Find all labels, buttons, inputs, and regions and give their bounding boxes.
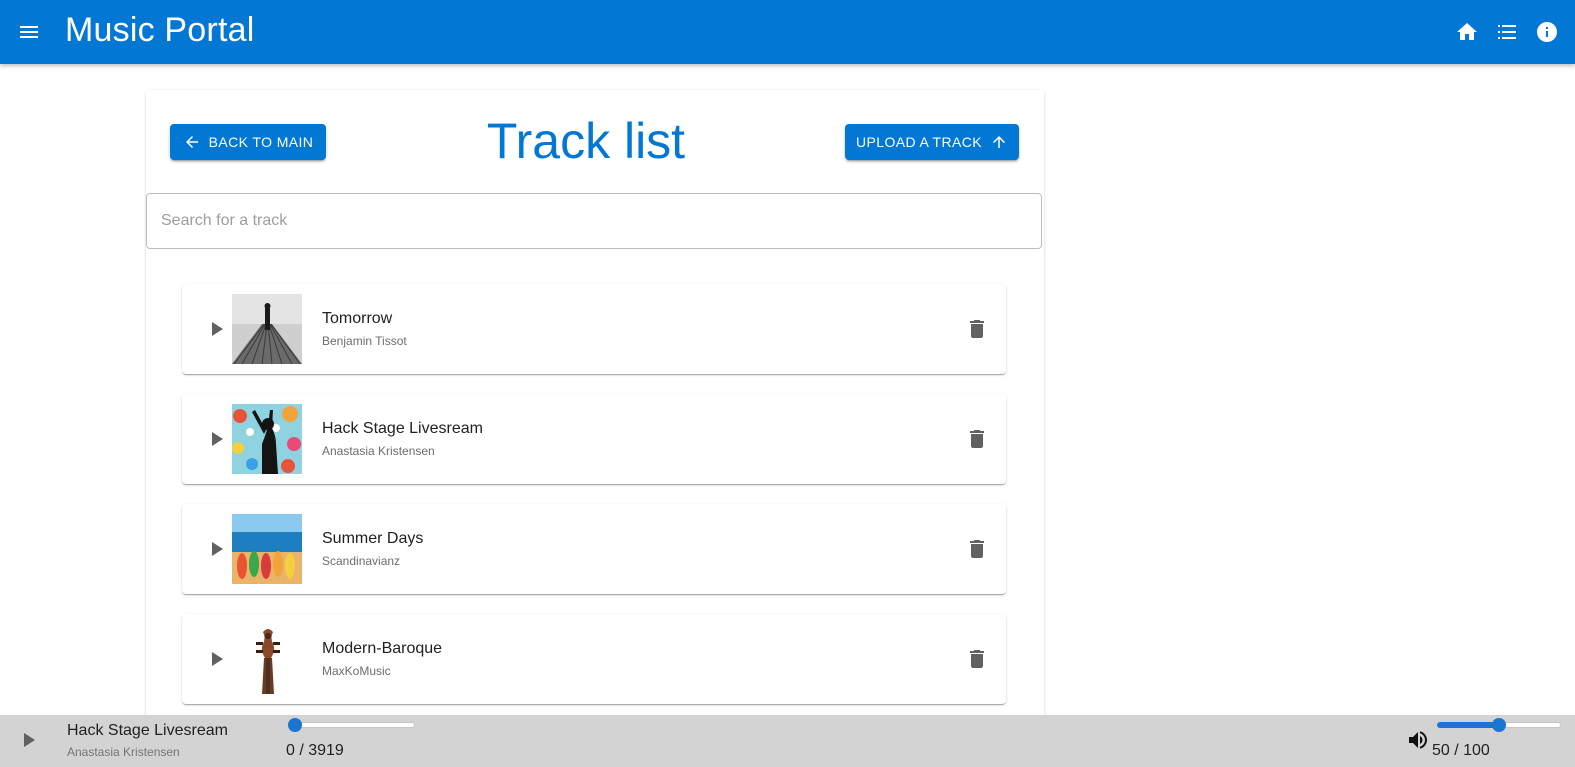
list-icon[interactable]	[1495, 20, 1519, 44]
upload-track-button[interactable]: UPLOAD A TRACK	[845, 124, 1019, 160]
app-bar: Music Portal	[0, 0, 1575, 64]
search-input[interactable]	[146, 193, 1042, 249]
track-item: Tomorrow Benjamin Tissot	[182, 284, 1006, 374]
audio-player-bar: Hack Stage Livesream Anastasia Kristense…	[0, 715, 1575, 767]
appbar-actions	[1455, 20, 1559, 44]
volume-icon[interactable]	[1406, 728, 1430, 752]
delete-icon[interactable]	[965, 647, 989, 671]
track-cover-image	[232, 294, 302, 364]
delete-icon[interactable]	[965, 537, 989, 561]
delete-icon[interactable]	[965, 427, 989, 451]
info-icon[interactable]	[1535, 20, 1559, 44]
volume-fill	[1437, 722, 1499, 728]
progress-rail	[295, 722, 415, 728]
track-item: Modern-Baroque MaxKoMusic	[182, 614, 1006, 704]
play-icon[interactable]	[16, 728, 40, 752]
track-artist: Scandinavianz	[322, 554, 401, 568]
track-list-card: BACK TO MAIN Track list UPLOAD A TRACK S…	[146, 90, 1044, 730]
play-icon[interactable]	[204, 427, 228, 451]
player-track-name: Hack Stage Livesream	[67, 722, 228, 739]
track-cover-image	[232, 514, 302, 584]
track-artist: Anastasia Kristensen	[322, 444, 435, 458]
track-item: Summer Days Scandinavianz	[182, 504, 1006, 594]
track-name: Hack Stage Livesream	[322, 420, 483, 437]
track-cover-image	[232, 624, 302, 694]
progress-slider[interactable]	[288, 715, 415, 735]
app-title: Music Portal	[65, 11, 255, 49]
play-icon[interactable]	[204, 317, 228, 341]
delete-icon[interactable]	[965, 317, 989, 341]
menu-icon[interactable]	[17, 20, 41, 44]
upload-track-label: UPLOAD A TRACK	[856, 134, 982, 150]
arrow-up-icon	[992, 136, 1005, 148]
play-icon[interactable]	[204, 647, 228, 671]
track-name: Summer Days	[322, 530, 424, 547]
track-name: Tomorrow	[322, 310, 393, 327]
volume-slider[interactable]	[1437, 715, 1561, 735]
track-artist: MaxKoMusic	[322, 664, 391, 678]
player-time: 0 / 3919	[286, 742, 344, 759]
track-item: Hack Stage Livesream Anastasia Kristense…	[182, 394, 1006, 484]
track-cover-image	[232, 404, 302, 474]
progress-thumb[interactable]	[288, 718, 302, 732]
player-track-artist: Anastasia Kristensen	[67, 745, 180, 759]
play-icon[interactable]	[204, 537, 228, 561]
track-name: Modern-Baroque	[322, 640, 443, 657]
volume-thumb[interactable]	[1492, 718, 1506, 732]
player-volume: 50 / 100	[1432, 742, 1490, 759]
home-icon[interactable]	[1455, 20, 1479, 44]
track-artist: Benjamin Tissot	[322, 334, 407, 348]
